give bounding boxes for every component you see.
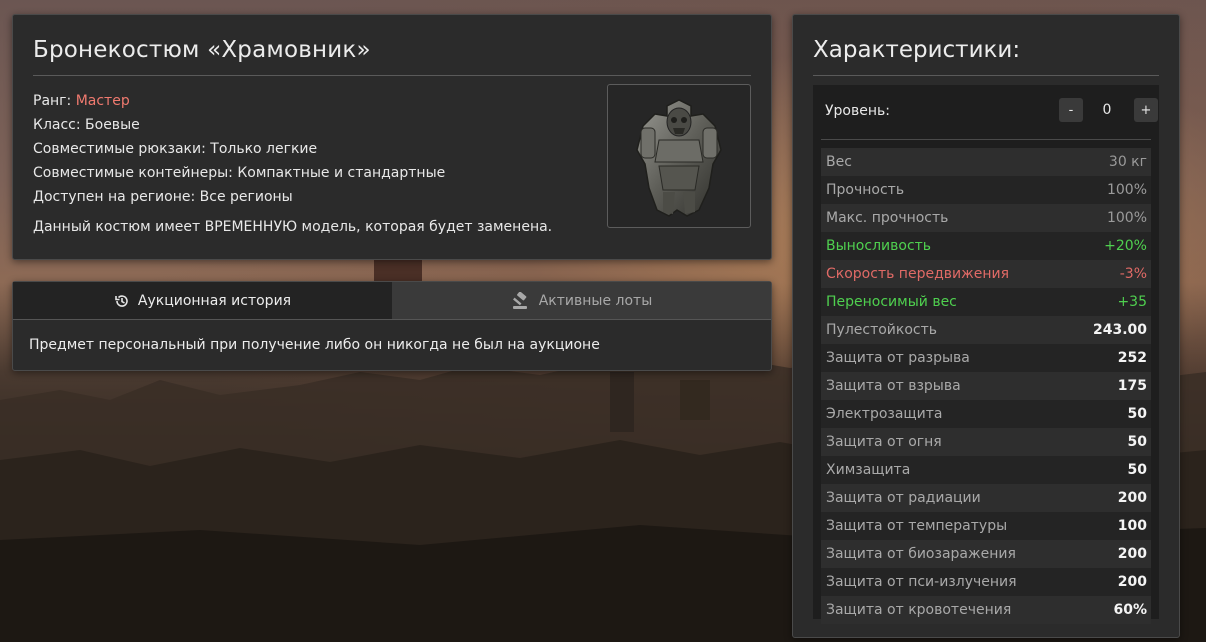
auction-tabs: Аукционная история Активные лоты (13, 282, 771, 319)
stats-title: Характеристики: (813, 37, 1021, 63)
stat-value: 50 (1127, 434, 1147, 450)
stat-row: Защита от радиации 200 (821, 484, 1151, 512)
stat-value: 60% (1113, 602, 1147, 618)
history-icon (115, 294, 128, 307)
tab-active-lots-label: Активные лоты (538, 292, 653, 309)
stat-name: Защита от биозаражения (826, 546, 1016, 562)
item-properties: Ранг: Мастер Класс: Боевые Совместимые р… (33, 89, 445, 209)
stat-name: Химзащита (826, 462, 911, 478)
stat-value: 50 (1127, 406, 1147, 422)
stat-row: Выносливость +20% (821, 232, 1151, 260)
stat-row: Защита от огня 50 (821, 428, 1151, 456)
stat-name: Защита от температуры (826, 518, 1008, 534)
rank-line: Ранг: Мастер (33, 89, 445, 113)
tabs-divider (13, 319, 771, 320)
stats-title-divider (813, 75, 1159, 76)
stat-value: -3% (1119, 266, 1147, 282)
stat-row: Защита от пси-излучения 200 (821, 568, 1151, 596)
level-control: Уровень: - 0 + (825, 95, 1158, 125)
stat-row: Защита от кровотечения 60% (821, 596, 1151, 624)
stat-value: 252 (1117, 350, 1147, 366)
stat-value: 100% (1106, 182, 1147, 198)
stat-name: Электрозащита (826, 406, 943, 422)
stat-name: Защита от радиации (826, 490, 981, 506)
armor-suit-icon (636, 99, 722, 217)
stat-row: Пулестойкость 243.00 (821, 316, 1151, 344)
auction-message: Предмет персональный при получение либо … (29, 337, 600, 353)
item-note: Данный костюм имеет ВРЕМЕННУЮ модель, ко… (33, 219, 553, 235)
class-line: Класс: Боевые (33, 117, 140, 133)
stat-row: Защита от взрыва 175 (821, 372, 1151, 400)
stat-row: Химзащита 50 (821, 456, 1151, 484)
stat-row: Защита от температуры 100 (821, 512, 1151, 540)
stat-value: 200 (1117, 574, 1147, 590)
stat-name: Выносливость (826, 238, 932, 254)
level-divider (821, 139, 1151, 140)
stat-row: Макс. прочность 100% (821, 204, 1151, 232)
auction-panel: Аукционная история Активные лоты Предмет… (12, 281, 772, 371)
stat-value: 50 (1127, 462, 1147, 478)
stat-row: Защита от разрыва 252 (821, 344, 1151, 372)
stat-row: Прочность 100% (821, 176, 1151, 204)
item-info-panel: Бронекостюм «Храмовник» Ранг: Мастер Кла… (12, 14, 772, 260)
stat-name: Защита от огня (826, 434, 942, 450)
title-divider (33, 75, 751, 76)
level-label: Уровень: (825, 103, 890, 119)
stat-row: Вес 30 кг (821, 148, 1151, 176)
stat-row: Защита от биозаражения 200 (821, 540, 1151, 568)
stats-panel: Характеристики: Уровень: - 0 + Вес 30 кг П… (792, 14, 1180, 638)
stat-value: 100 (1117, 518, 1147, 534)
stat-name: Переносимый вес (826, 294, 957, 310)
tab-auction-history-label: Аукционная история (137, 292, 292, 309)
stats-content: Уровень: - 0 + Вес 30 кг Прочность 100% Макс… (813, 85, 1159, 624)
item-title: Бронекостюм «Храмовник» (33, 37, 371, 63)
stat-value: 243.00 (1092, 322, 1147, 338)
rank-value: Мастер (75, 93, 130, 109)
stat-value: +35 (1117, 294, 1147, 310)
stat-name: Макс. прочность (826, 210, 949, 226)
stat-row: Электрозащита 50 (821, 400, 1151, 428)
stat-name: Прочность (826, 182, 905, 198)
stat-name: Вес (826, 154, 852, 170)
containers-line: Совместимые контейнеры: Компактные и ста… (33, 165, 446, 181)
stat-name: Защита от взрыва (826, 378, 961, 394)
tab-active-lots[interactable]: Активные лоты (392, 282, 771, 319)
region-line: Доступен на регионе: Все регионы (33, 189, 293, 205)
gavel-icon (512, 291, 527, 309)
backpacks-line: Совместимые рюкзаки: Только легкие (33, 141, 318, 157)
stat-value: 200 (1117, 490, 1147, 506)
level-increase-button[interactable]: + (1134, 98, 1158, 122)
stat-value: 100% (1106, 210, 1147, 226)
stat-row: Переносимый вес +35 (821, 288, 1151, 316)
stat-row: Скорость передвижения -3% (821, 260, 1151, 288)
rank-label: Ранг: (33, 93, 76, 109)
stat-name: Пулестойкость (826, 322, 938, 338)
stat-value: 200 (1117, 546, 1147, 562)
stat-name: Скорость передвижения (826, 266, 1009, 282)
stat-list: Вес 30 кг Прочность 100% Макс. прочность 100%… (821, 148, 1151, 624)
stat-value: 30 кг (1108, 154, 1147, 170)
stat-name: Защита от кровотечения (826, 602, 1012, 618)
tab-auction-history[interactable]: Аукционная история (13, 282, 392, 319)
stat-value: +20% (1104, 238, 1147, 254)
level-value: 0 (1102, 102, 1112, 118)
stat-name: Защита от разрыва (826, 350, 970, 366)
item-image (607, 84, 751, 228)
level-decrease-button[interactable]: - (1059, 98, 1083, 122)
stat-value: 175 (1117, 378, 1147, 394)
stat-name: Защита от пси-излучения (826, 574, 1017, 590)
